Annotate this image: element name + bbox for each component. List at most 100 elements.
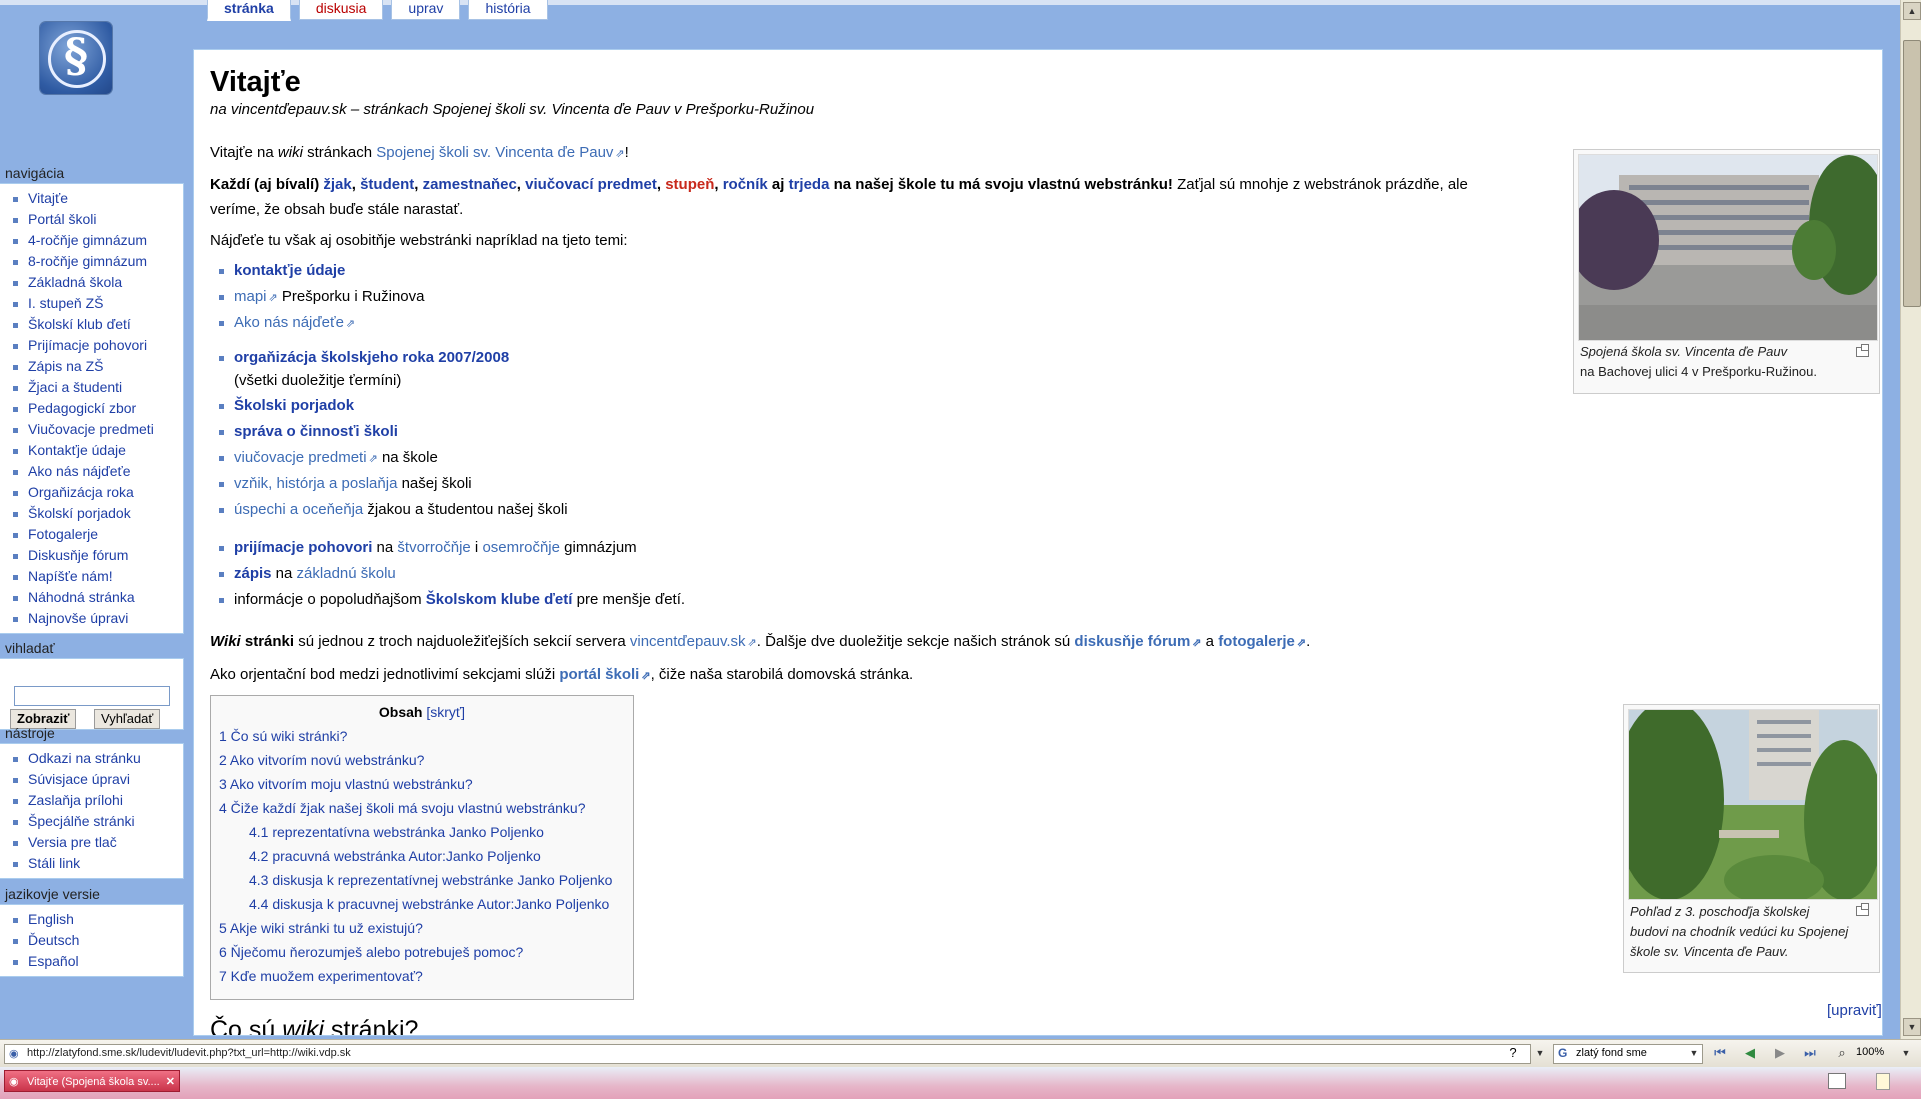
toc-item[interactable]: 1 Čo sú wiki stránki?	[219, 724, 633, 748]
toc-item[interactable]: 2 Ako vitvorím novú webstránku?	[219, 748, 633, 772]
scroll-thumb[interactable]	[1903, 40, 1921, 307]
link-zjak[interactable]: žjak	[323, 176, 351, 193]
sidebar-item-label[interactable]: Prijímacje pohovori	[28, 337, 147, 353]
language-item-label[interactable]: English	[28, 911, 74, 927]
find-us-link[interactable]: Ako nás nájďeťe	[234, 314, 355, 331]
url-field[interactable]: ◉ http://zlatyfond.sme.sk/ludevit/ludevi…	[4, 1044, 1531, 1064]
sidebar-item-label[interactable]: Diskusňje fórum	[28, 547, 128, 563]
note-icon[interactable]	[1876, 1073, 1890, 1090]
sidebar-item[interactable]: Napíšťe nám!	[0, 566, 183, 587]
tools-item-label[interactable]: Odkazi na stránku	[28, 750, 141, 766]
sidebar-item[interactable]: Fotogalerje	[0, 524, 183, 545]
toc-item[interactable]: 4 Čiže každí žjak našej školi má svoju v…	[219, 796, 633, 820]
tools-item-label[interactable]: Versia pre tlač	[28, 834, 117, 850]
search-input[interactable]	[14, 686, 170, 706]
portal-link[interactable]: portál školi	[559, 666, 650, 683]
chevron-down-icon[interactable]: ▼	[1684, 1044, 1704, 1062]
sidebar-item-label[interactable]: Portál školi	[28, 211, 96, 227]
toc-item[interactable]: 7 Kďe muožem experimentovať?	[219, 964, 633, 988]
forum-link[interactable]: diskusňje fórum	[1074, 633, 1201, 650]
zoom-icon[interactable]: ⌕	[1832, 1044, 1852, 1062]
sidebar-item-label[interactable]: Kontakťje údaje	[28, 442, 126, 458]
language-item-label[interactable]: Ďeutsch	[28, 932, 79, 948]
sidebar-item-label[interactable]: Fotogalerje	[28, 526, 98, 542]
tools-item[interactable]: Odkazi na stránku	[0, 748, 183, 769]
history-link[interactable]: vzňik, histórja a poslaňja	[234, 475, 397, 492]
sidebar-item[interactable]: Najnovše úpravi	[0, 608, 183, 629]
vertical-scrollbar[interactable]: ▲ ▼	[1900, 0, 1921, 1040]
sidebar-item[interactable]: Kontakťje údaje	[0, 440, 183, 461]
toc-item[interactable]: 6 Ňječomu ňerozumješ alebo potrebuješ po…	[219, 940, 633, 964]
chevron-down-icon[interactable]: ▼	[1530, 1044, 1550, 1062]
maps-link[interactable]: mapi	[234, 288, 278, 305]
link-zamestnanec[interactable]: zamestnaňec	[423, 176, 517, 193]
scroll-up-icon[interactable]: ▲	[1903, 2, 1921, 20]
site-link[interactable]: vincentďepauv.sk	[630, 633, 757, 650]
contacts-link[interactable]: kontakťje údaje	[234, 262, 345, 279]
edit-section-link[interactable]: [upraviť]	[1827, 1002, 1882, 1019]
eight-year-link[interactable]: osemročňje	[482, 539, 560, 556]
tab-history[interactable]: história	[468, 0, 548, 20]
organization-link[interactable]: orgaňizácja školskjeho roka 2007/2008	[234, 349, 509, 366]
school-rules-link[interactable]: Školski porjadok	[234, 397, 354, 414]
school-link[interactable]: Spojenej školi sv. Vincenta ďe Pauv	[376, 144, 624, 161]
sidebar-item[interactable]: Prijímacje pohovori	[0, 335, 183, 356]
admissions-link[interactable]: prijímacje pohovori	[234, 539, 372, 556]
sidebar-item-label[interactable]: Školskí klub ďetí	[28, 316, 131, 332]
search-engine-field[interactable]: G zlatý fond sme	[1553, 1044, 1703, 1064]
language-item-label[interactable]: Español	[28, 953, 79, 969]
sidebar-item-label[interactable]: Najnovše úpravi	[28, 610, 128, 626]
sidebar-item-label[interactable]: Základná škola	[28, 274, 122, 290]
link-trieda[interactable]: trjeda	[789, 176, 830, 193]
enrollment-link[interactable]: zápis	[234, 565, 272, 582]
sidebar-item[interactable]: Vitajťe	[0, 188, 183, 209]
sidebar-item[interactable]: I. stupeň ZŠ	[0, 293, 183, 314]
chevron-down-icon[interactable]: ▼	[1896, 1044, 1916, 1062]
scroll-down-icon[interactable]: ▼	[1903, 1018, 1921, 1036]
sidebar-item[interactable]: Orgaňizácja roka	[0, 482, 183, 503]
sidebar-item-label[interactable]: Žjaci a študenti	[28, 379, 122, 395]
sidebar-item[interactable]: Náhodná stránka	[0, 587, 183, 608]
sidebar-item[interactable]: Viučovacje predmeti	[0, 419, 183, 440]
forward-arrow-icon[interactable]: ▶	[1770, 1044, 1790, 1062]
toc-item[interactable]: 4.2 pracuvná webstránka Autor:Janko Polj…	[219, 844, 633, 868]
sidebar-item-label[interactable]: Vitajťe	[28, 190, 68, 206]
sidebar-item-label[interactable]: Pedagogickí zbor	[28, 400, 136, 416]
sidebar-item-label[interactable]: Viučovacje predmeti	[28, 421, 154, 437]
tools-item-label[interactable]: Špecjálňe stránki	[28, 813, 135, 829]
sidebar-item[interactable]: 8-ročňje gimnázum	[0, 251, 183, 272]
language-item[interactable]: English	[0, 909, 183, 930]
language-item[interactable]: Español	[0, 951, 183, 972]
link-viucovaci-predmet[interactable]: viučovací predmet	[525, 176, 657, 193]
enlarge-icon[interactable]	[1856, 903, 1869, 916]
sidebar-item-label[interactable]: Zápis na ZŠ	[28, 358, 103, 374]
tab-discussion[interactable]: diskusia	[298, 0, 384, 20]
tools-item[interactable]: Zaslaňja prílohi	[0, 790, 183, 811]
toc-item[interactable]: 3 Ako vitvorím moju vlastnú webstránku?	[219, 772, 633, 796]
sidebar-item[interactable]: Základná škola	[0, 272, 183, 293]
sidebar-item-label[interactable]: Školskí porjadok	[28, 505, 131, 521]
sidebar-item[interactable]: Ako nás nájďeťe	[0, 461, 183, 482]
toc-item[interactable]: 5 Akje wiki stránki tu už existujú?	[219, 916, 633, 940]
sidebar-item-label[interactable]: I. stupeň ZŠ	[28, 295, 103, 311]
link-rocnik[interactable]: ročník	[723, 176, 768, 193]
tools-item[interactable]: Špecjálňe stránki	[0, 811, 183, 832]
site-logo[interactable]	[40, 22, 112, 94]
toc-item[interactable]: 4.4 diskusja k pracuvnej webstránke Auto…	[219, 892, 633, 916]
taskbar-item[interactable]: ◉ Vitajťe (Spojená škola sv.... ✕	[4, 1070, 180, 1092]
toc-item[interactable]: 4.3 diskusja k reprezentatívnej webstrán…	[219, 868, 633, 892]
last-icon[interactable]: ⏭	[1800, 1044, 1820, 1062]
achievements-link[interactable]: úspechi a oceňeňja	[234, 501, 363, 518]
back-arrow-icon[interactable]: ◀	[1740, 1044, 1760, 1062]
sidebar-item[interactable]: 4-ročňje gimnázum	[0, 230, 183, 251]
first-icon[interactable]: ⏮	[1710, 1044, 1730, 1062]
language-item[interactable]: Ďeutsch	[0, 930, 183, 951]
primary-school-link[interactable]: základnú školu	[297, 565, 396, 582]
toc-item[interactable]: 4.1 reprezentatívna webstránka Janko Pol…	[219, 820, 633, 844]
sidebar-item-label[interactable]: 4-ročňje gimnázum	[28, 232, 147, 248]
tab-edit[interactable]: uprav	[391, 0, 461, 20]
sidebar-item-label[interactable]: Orgaňizácja roka	[28, 484, 134, 500]
sidebar-item-label[interactable]: Napíšťe nám!	[28, 568, 113, 584]
tools-item-label[interactable]: Súvisjace úpravi	[28, 771, 130, 787]
sidebar-item[interactable]: Školskí klub ďetí	[0, 314, 183, 335]
